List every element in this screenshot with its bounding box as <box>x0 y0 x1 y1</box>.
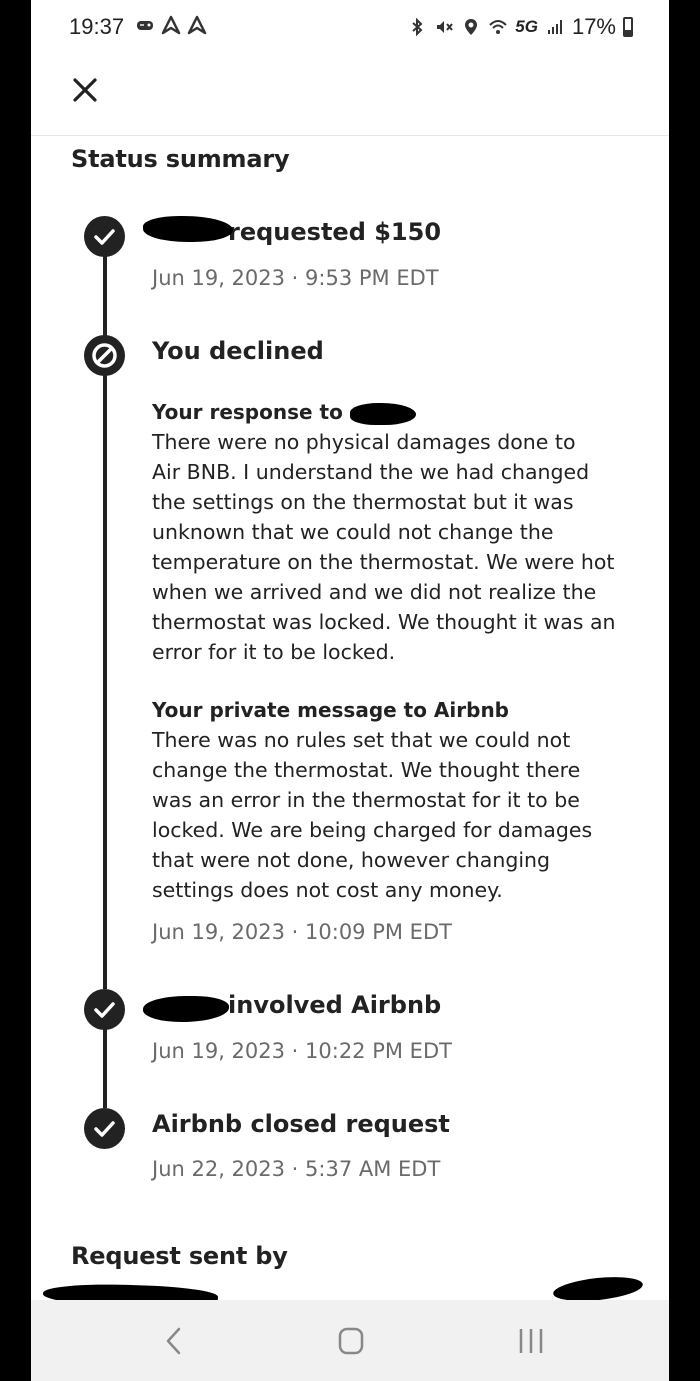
response-line: unknown that we could not change the <box>152 520 554 544</box>
notification-icons <box>135 15 207 35</box>
page-title: Status summary <box>71 145 290 173</box>
bluetooth-icon <box>412 17 423 37</box>
response-body: There were no physical damages done to A… <box>152 427 642 667</box>
status-time: 19:37 <box>69 14 125 39</box>
request-sent-by-title: Request sent by <box>71 1242 288 1270</box>
private-line: that were not done, however changing <box>152 848 551 872</box>
mute-icon <box>437 21 454 33</box>
game-controller-icon <box>137 21 153 30</box>
response-line: error for it to be locked. <box>152 640 396 664</box>
location-icon <box>465 19 478 35</box>
signal-icon <box>547 20 562 34</box>
private-line: change the thermostat. We thought there <box>152 758 581 782</box>
redaction-mark <box>349 402 416 425</box>
system-nav-bar <box>31 1300 669 1381</box>
event-title: You declined <box>152 337 324 365</box>
declined-circle-icon <box>84 335 125 376</box>
check-circle-icon <box>84 1108 125 1149</box>
timeline-connector <box>103 374 107 989</box>
navigation-app-icon-2 <box>187 15 207 35</box>
header-divider <box>31 135 669 136</box>
event-date: Jun 19, 2023 · 10:22 PM EDT <box>152 1039 452 1063</box>
navigation-app-icon <box>161 15 181 35</box>
close-icon[interactable] <box>69 74 101 106</box>
private-message: Your private message to Airbnb There was… <box>152 695 642 905</box>
private-heading: Your private message to Airbnb <box>152 698 509 722</box>
event-title-text: involved Airbnb <box>228 991 442 1019</box>
response-line: thermostat was locked. We thought it was… <box>152 610 616 634</box>
response-line: the settings on the thermostat but it wa… <box>152 490 574 514</box>
event-title-text: requested $150 <box>228 218 442 246</box>
home-nav-icon[interactable] <box>337 1326 365 1356</box>
response-heading: Your response to <box>152 397 642 427</box>
response-line: temperature on the thermostat. We were h… <box>152 550 615 574</box>
private-line: There was no rules set that we could not <box>152 728 571 752</box>
private-line: was an error in the thermostat for it to… <box>152 788 580 812</box>
system-icons: 5G 17% <box>407 14 633 40</box>
timeline-connector <box>103 254 107 336</box>
back-nav-icon[interactable] <box>163 1326 185 1356</box>
redaction-mark <box>143 216 233 242</box>
response-line: Air BNB. I understand the we had changed <box>152 460 590 484</box>
check-circle-icon <box>84 989 125 1030</box>
response-message: Your response to There were no physical … <box>152 397 642 667</box>
recents-nav-icon[interactable] <box>517 1326 545 1356</box>
wifi-icon <box>489 20 507 34</box>
event-date: Jun 19, 2023 · 9:53 PM EDT <box>152 266 439 290</box>
network-type: 5G <box>515 17 538 36</box>
private-line: settings does not cost any money. <box>152 878 503 902</box>
event-date: Jun 19, 2023 · 10:09 PM EDT <box>152 920 452 944</box>
response-heading-text: Your response to <box>152 400 343 424</box>
event-date: Jun 22, 2023 · 5:37 AM EDT <box>152 1157 441 1181</box>
private-body: There was no rules set that we could not… <box>152 725 642 905</box>
event-title: Airbnb closed request <box>152 1110 450 1138</box>
check-circle-icon <box>84 216 125 257</box>
phone-screen: 19:37 5G 17% Status summary requested $1… <box>31 0 669 1381</box>
status-bar: 19:37 5G 17% <box>31 0 669 58</box>
battery-percent: 17% <box>571 14 616 39</box>
response-line: There were no physical damages done to <box>152 430 576 454</box>
response-line: when we arrived and we did not realize t… <box>152 580 597 604</box>
battery-icon <box>623 17 633 37</box>
private-line: locked. We are being charged for damages <box>152 818 593 842</box>
